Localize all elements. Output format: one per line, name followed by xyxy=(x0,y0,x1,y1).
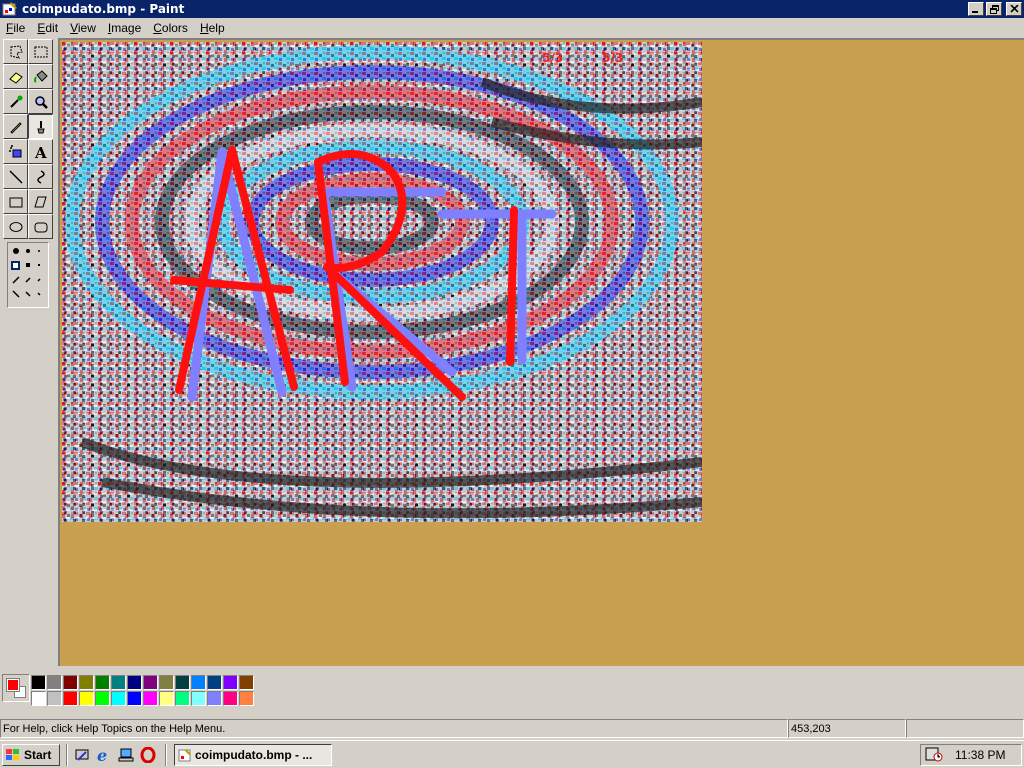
taskbar: Start e coimpudato.bmp - ... 11:38 PM xyxy=(0,740,1024,768)
system-tray: 11:38 PM xyxy=(920,744,1022,766)
close-button[interactable] xyxy=(1006,2,1022,16)
task-separator xyxy=(165,743,167,766)
taskbar-paint-label: coimpudato.bmp - ... xyxy=(195,747,313,762)
paint-app-icon[interactable] xyxy=(2,1,18,17)
palette-swatch[interactable] xyxy=(31,691,46,706)
clock[interactable]: 11:38 PM xyxy=(955,748,1005,762)
quick-launch-separator xyxy=(66,743,68,766)
airbrush-icon[interactable] xyxy=(3,139,28,164)
status-coordinates: 453,203 xyxy=(788,719,906,738)
status-bar: For Help, click Help Topics on the Help … xyxy=(0,719,1024,740)
palette-swatch[interactable] xyxy=(111,675,126,690)
select-icon[interactable] xyxy=(28,39,53,64)
rectangle-icon[interactable] xyxy=(3,189,28,214)
text-icon[interactable]: A xyxy=(28,139,53,164)
show-desktop-icon[interactable] xyxy=(72,745,92,765)
palette-swatch[interactable] xyxy=(159,691,174,706)
pencil-icon[interactable] xyxy=(3,114,28,139)
menu-bar: File Edit View Image Colors Help xyxy=(0,18,1024,38)
palette-swatch[interactable] xyxy=(127,691,142,706)
rounded-rectangle-icon[interactable] xyxy=(28,214,53,239)
fill-with-color-icon[interactable] xyxy=(28,64,53,89)
palette-swatch[interactable] xyxy=(143,691,158,706)
foreground-color-swatch[interactable] xyxy=(6,678,20,692)
scheduled-task-icon[interactable] xyxy=(925,746,943,765)
minimize-button[interactable] xyxy=(968,2,984,16)
svg-text:5/3: 5/3 xyxy=(602,51,623,65)
palette-swatch[interactable] xyxy=(191,675,206,690)
palette-swatch[interactable] xyxy=(223,691,238,706)
palette-swatch[interactable] xyxy=(175,691,190,706)
menu-file[interactable]: File xyxy=(0,21,31,35)
curve-icon[interactable] xyxy=(28,164,53,189)
palette-swatch[interactable] xyxy=(223,675,238,690)
paint-task-icon xyxy=(178,748,191,761)
ellipse-icon[interactable] xyxy=(3,214,28,239)
menu-colors[interactable]: Colors xyxy=(147,21,194,35)
color-box xyxy=(0,666,1024,716)
menu-edit[interactable]: Edit xyxy=(31,21,64,35)
palette-swatch[interactable] xyxy=(63,675,78,690)
palette-swatch[interactable] xyxy=(47,691,62,706)
tool-box: A xyxy=(0,38,56,666)
title-bar: coimpudato.bmp - Paint xyxy=(0,0,1024,18)
palette-swatch[interactable] xyxy=(239,675,254,690)
drawing-workspace[interactable]: 5/3 5/3 xyxy=(58,38,1024,666)
menu-help[interactable]: Help xyxy=(194,21,231,35)
magnifier-icon[interactable] xyxy=(28,89,53,114)
brush-shape-options[interactable] xyxy=(7,242,49,308)
pick-color-icon[interactable] xyxy=(3,89,28,114)
menu-image[interactable]: Image xyxy=(102,21,147,35)
image-canvas[interactable]: 5/3 5/3 xyxy=(62,42,702,522)
palette-swatch[interactable] xyxy=(95,691,110,706)
line-icon[interactable] xyxy=(3,164,28,189)
restore-button[interactable] xyxy=(986,2,1002,16)
palette-swatch[interactable] xyxy=(143,675,158,690)
internet-explorer-icon[interactable]: e xyxy=(94,745,114,765)
palette-swatch[interactable] xyxy=(63,691,78,706)
menu-view[interactable]: View xyxy=(64,21,102,35)
eraser-icon[interactable] xyxy=(3,64,28,89)
palette-swatch[interactable] xyxy=(79,675,94,690)
palette-swatch[interactable] xyxy=(127,675,142,690)
palette-swatch[interactable] xyxy=(95,675,110,690)
svg-text:5/3: 5/3 xyxy=(542,51,563,65)
palette-swatch[interactable] xyxy=(175,675,190,690)
status-selection-size xyxy=(906,719,1024,738)
start-button[interactable]: Start xyxy=(2,743,60,766)
window-title: coimpudato.bmp - Paint xyxy=(22,2,185,16)
network-icon[interactable] xyxy=(116,745,136,765)
svg-text:A: A xyxy=(34,144,47,160)
palette-swatch[interactable] xyxy=(159,675,174,690)
taskbar-paint-button[interactable]: coimpudato.bmp - ... xyxy=(174,743,332,766)
palette-swatch[interactable] xyxy=(191,691,206,706)
palette-swatch[interactable] xyxy=(111,691,126,706)
palette-swatch[interactable] xyxy=(47,675,62,690)
polygon-icon[interactable] xyxy=(28,189,53,214)
palette-swatch[interactable] xyxy=(79,691,94,706)
palette-swatch[interactable] xyxy=(31,675,46,690)
opera-icon[interactable] xyxy=(138,745,158,765)
free-form-select-icon[interactable] xyxy=(3,39,28,64)
palette-swatch[interactable] xyxy=(207,691,222,706)
start-label: Start xyxy=(24,747,52,762)
color-palette xyxy=(31,675,255,707)
windows-logo-icon xyxy=(6,748,19,760)
current-colors-indicator[interactable] xyxy=(2,674,30,702)
brush-icon[interactable] xyxy=(28,114,53,139)
svg-text:e: e xyxy=(97,747,107,763)
palette-swatch[interactable] xyxy=(207,675,222,690)
status-help-text: For Help, click Help Topics on the Help … xyxy=(0,719,788,738)
palette-swatch[interactable] xyxy=(239,691,254,706)
